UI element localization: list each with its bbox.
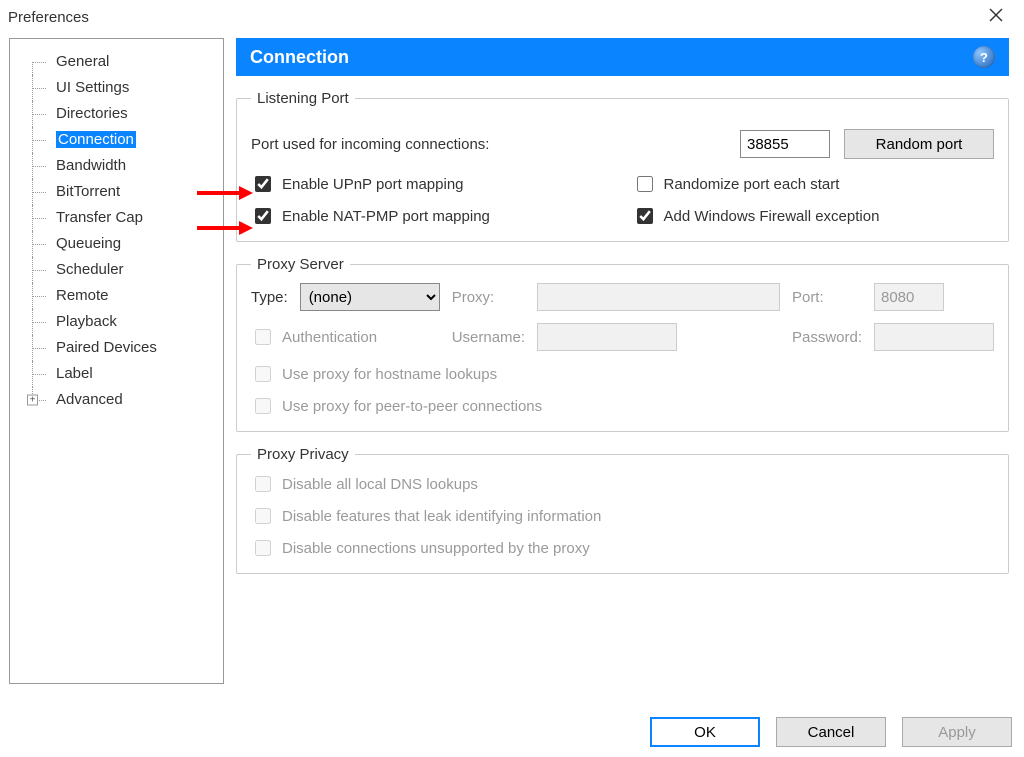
expand-icon[interactable]: + [27, 395, 38, 406]
leak-input[interactable] [255, 508, 271, 524]
titlebar: Preferences [0, 0, 1024, 30]
sidebar-item-scheduler[interactable]: Scheduler [10, 257, 223, 283]
window-title: Preferences [8, 9, 89, 26]
port-label: Port used for incoming connections: [251, 136, 489, 153]
dialog-footer: OK Cancel Apply [650, 717, 1012, 747]
proxy-hostname-checkbox[interactable]: Use proxy for hostname lookups [251, 363, 994, 385]
proxy-host-label: Proxy: [452, 289, 525, 306]
randomize-input[interactable] [637, 176, 653, 192]
randomize-port-checkbox[interactable]: Randomize port each start [633, 173, 995, 195]
incoming-port-input[interactable] [740, 130, 830, 158]
sidebar-item-paired-devices[interactable]: Paired Devices [10, 335, 223, 361]
sidebar-item-label[interactable]: Label [10, 361, 223, 387]
close-button[interactable] [976, 8, 1016, 27]
proxy-username-input[interactable] [537, 323, 677, 351]
proxy-port-label: Port: [792, 289, 862, 306]
sidebar-item-bandwidth[interactable]: Bandwidth [10, 153, 223, 179]
sidebar-item-connection[interactable]: Connection [10, 127, 223, 153]
panel-title: Connection [250, 47, 349, 68]
proxy-username-label: Username: [452, 329, 525, 346]
sidebar-item-advanced[interactable]: + Advanced [10, 387, 223, 413]
ok-button[interactable]: OK [650, 717, 760, 747]
enable-upnp-checkbox[interactable]: Enable UPnP port mapping [251, 173, 613, 195]
proxy-type-select[interactable]: (none) [300, 283, 440, 311]
proxy-password-input[interactable] [874, 323, 994, 351]
proxy-port-input[interactable] [874, 283, 944, 311]
proxy-server-legend: Proxy Server [251, 256, 350, 273]
dialog-body: General UI Settings Directories Connecti… [0, 30, 1024, 690]
p2p-input[interactable] [255, 398, 271, 414]
sidebar-item-playback[interactable]: Playback [10, 309, 223, 335]
listening-port-legend: Listening Port [251, 90, 355, 107]
enable-natpmp-checkbox[interactable]: Enable NAT-PMP port mapping [251, 205, 613, 227]
close-icon [989, 8, 1003, 22]
proxy-host-input[interactable] [537, 283, 780, 311]
sidebar-item-remote[interactable]: Remote [10, 283, 223, 309]
proxy-password-label: Password: [792, 329, 862, 346]
firewall-input[interactable] [637, 208, 653, 224]
sidebar-item-transfer-cap[interactable]: Transfer Cap [10, 205, 223, 231]
hostname-input[interactable] [255, 366, 271, 382]
sidebar-item-directories[interactable]: Directories [10, 101, 223, 127]
disable-leak-checkbox[interactable]: Disable features that leak identifying i… [251, 505, 994, 527]
sidebar-item-bittorrent[interactable]: BitTorrent [10, 179, 223, 205]
auth-input[interactable] [255, 329, 271, 345]
disable-dns-checkbox[interactable]: Disable all local DNS lookups [251, 473, 994, 495]
sidebar-item-general[interactable]: General [10, 49, 223, 75]
sidebar-item-ui-settings[interactable]: UI Settings [10, 75, 223, 101]
unsupported-input[interactable] [255, 540, 271, 556]
proxy-auth-checkbox[interactable]: Authentication [251, 326, 440, 348]
firewall-exception-checkbox[interactable]: Add Windows Firewall exception [633, 205, 995, 227]
cancel-button[interactable]: Cancel [776, 717, 886, 747]
panel-header: Connection ? [236, 38, 1009, 76]
apply-button[interactable]: Apply [902, 717, 1012, 747]
natpmp-input[interactable] [255, 208, 271, 224]
help-icon[interactable]: ? [973, 46, 995, 68]
proxy-p2p-checkbox[interactable]: Use proxy for peer-to-peer connections [251, 395, 994, 417]
disable-unsupported-checkbox[interactable]: Disable connections unsupported by the p… [251, 537, 994, 559]
sidebar-item-queueing[interactable]: Queueing [10, 231, 223, 257]
proxy-type-label: Type: [251, 289, 288, 306]
upnp-input[interactable] [255, 176, 271, 192]
random-port-button[interactable]: Random port [844, 129, 994, 159]
dns-input[interactable] [255, 476, 271, 492]
proxy-privacy-group: Proxy Privacy Disable all local DNS look… [236, 446, 1009, 574]
sidebar-tree[interactable]: General UI Settings Directories Connecti… [9, 38, 224, 684]
proxy-privacy-legend: Proxy Privacy [251, 446, 355, 463]
main-panel: Connection ? Listening Port Port used fo… [230, 30, 1019, 690]
listening-port-group: Listening Port Port used for incoming co… [236, 90, 1009, 242]
proxy-server-group: Proxy Server Type: (none) Proxy: Port: A… [236, 256, 1009, 432]
